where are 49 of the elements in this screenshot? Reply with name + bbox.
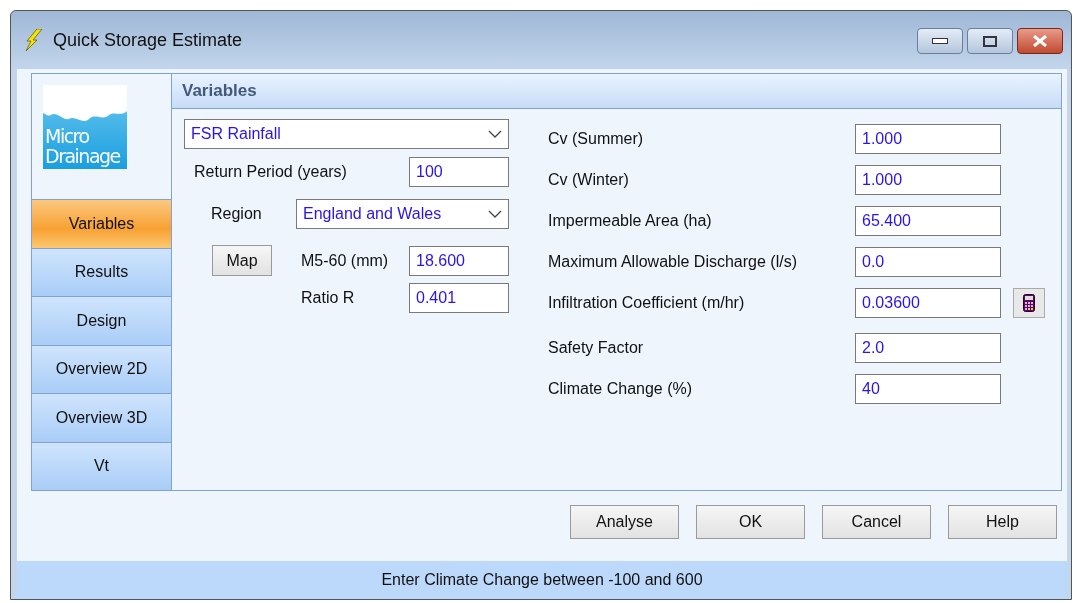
logo: Micro Drainage — [43, 85, 127, 169]
field-label: Cv (Summer) — [548, 129, 645, 148]
field-label: Region — [211, 205, 263, 223]
nav-tab[interactable]: Vt — [32, 441, 171, 490]
calculator-icon — [1023, 293, 1035, 312]
input-field[interactable]: 1.000 — [855, 164, 1001, 195]
dialog-button[interactable]: Analyse — [570, 505, 679, 539]
chevron-down-icon — [488, 210, 502, 218]
field-label: Return Period (years) — [194, 163, 348, 181]
nav-tab[interactable]: Results — [32, 247, 171, 296]
lightning-icon — [25, 29, 43, 51]
dialog-button[interactable]: Help — [948, 505, 1057, 539]
input-field[interactable]: 2.0 — [855, 332, 1001, 363]
nav-tab[interactable]: Variables — [32, 199, 171, 248]
input-field[interactable]: 0.0 — [855, 246, 1001, 277]
field-label: Infiltration Coefficient (m/hr) — [548, 293, 746, 312]
input-field[interactable]: 0.401 — [409, 283, 509, 313]
field-label: Impermeable Area (ha) — [548, 211, 713, 230]
calculator-button[interactable] — [1013, 287, 1045, 318]
field-label: Climate Change (%) — [548, 379, 694, 398]
window-title: Quick Storage Estimate — [53, 29, 244, 51]
field-label: Cv (Winter) — [548, 170, 630, 189]
close-button[interactable] — [1017, 28, 1063, 54]
dialog-button[interactable]: OK — [696, 505, 805, 539]
close-icon — [1032, 35, 1048, 47]
field-label: M5-60 (mm) — [301, 251, 390, 270]
nav-tab[interactable]: Overview 2D — [32, 344, 171, 393]
input-field[interactable]: 18.600 — [409, 245, 509, 276]
minimize-button[interactable] — [917, 28, 963, 54]
input-field[interactable]: 0.03600 — [855, 287, 1001, 318]
maximize-icon — [983, 35, 997, 47]
nav-tab[interactable]: Overview 3D — [32, 393, 171, 442]
chevron-down-icon — [488, 130, 502, 138]
nav-tab[interactable]: Design — [32, 296, 171, 345]
status-bar: Enter Climate Change between -100 and 600 — [17, 561, 1067, 599]
field-label: Ratio R — [301, 289, 356, 307]
field-label: Safety Factor — [548, 338, 645, 357]
input-field[interactable]: 100 — [409, 157, 509, 187]
dialog-button[interactable]: Cancel — [822, 505, 931, 539]
field-label: Maximum Allowable Discharge (l/s) — [548, 252, 798, 271]
section-header: Variables — [172, 74, 1061, 109]
region-dropdown[interactable]: England and Wales — [296, 199, 509, 229]
input-field[interactable]: 1.000 — [855, 123, 1001, 154]
map-button[interactable]: Map — [212, 245, 272, 276]
input-field[interactable]: 65.400 — [855, 205, 1001, 236]
input-field[interactable]: 40 — [855, 373, 1001, 404]
rainfall-dropdown[interactable]: FSR Rainfall — [184, 119, 509, 149]
minimize-icon — [932, 38, 948, 44]
maximize-button[interactable] — [967, 28, 1013, 54]
